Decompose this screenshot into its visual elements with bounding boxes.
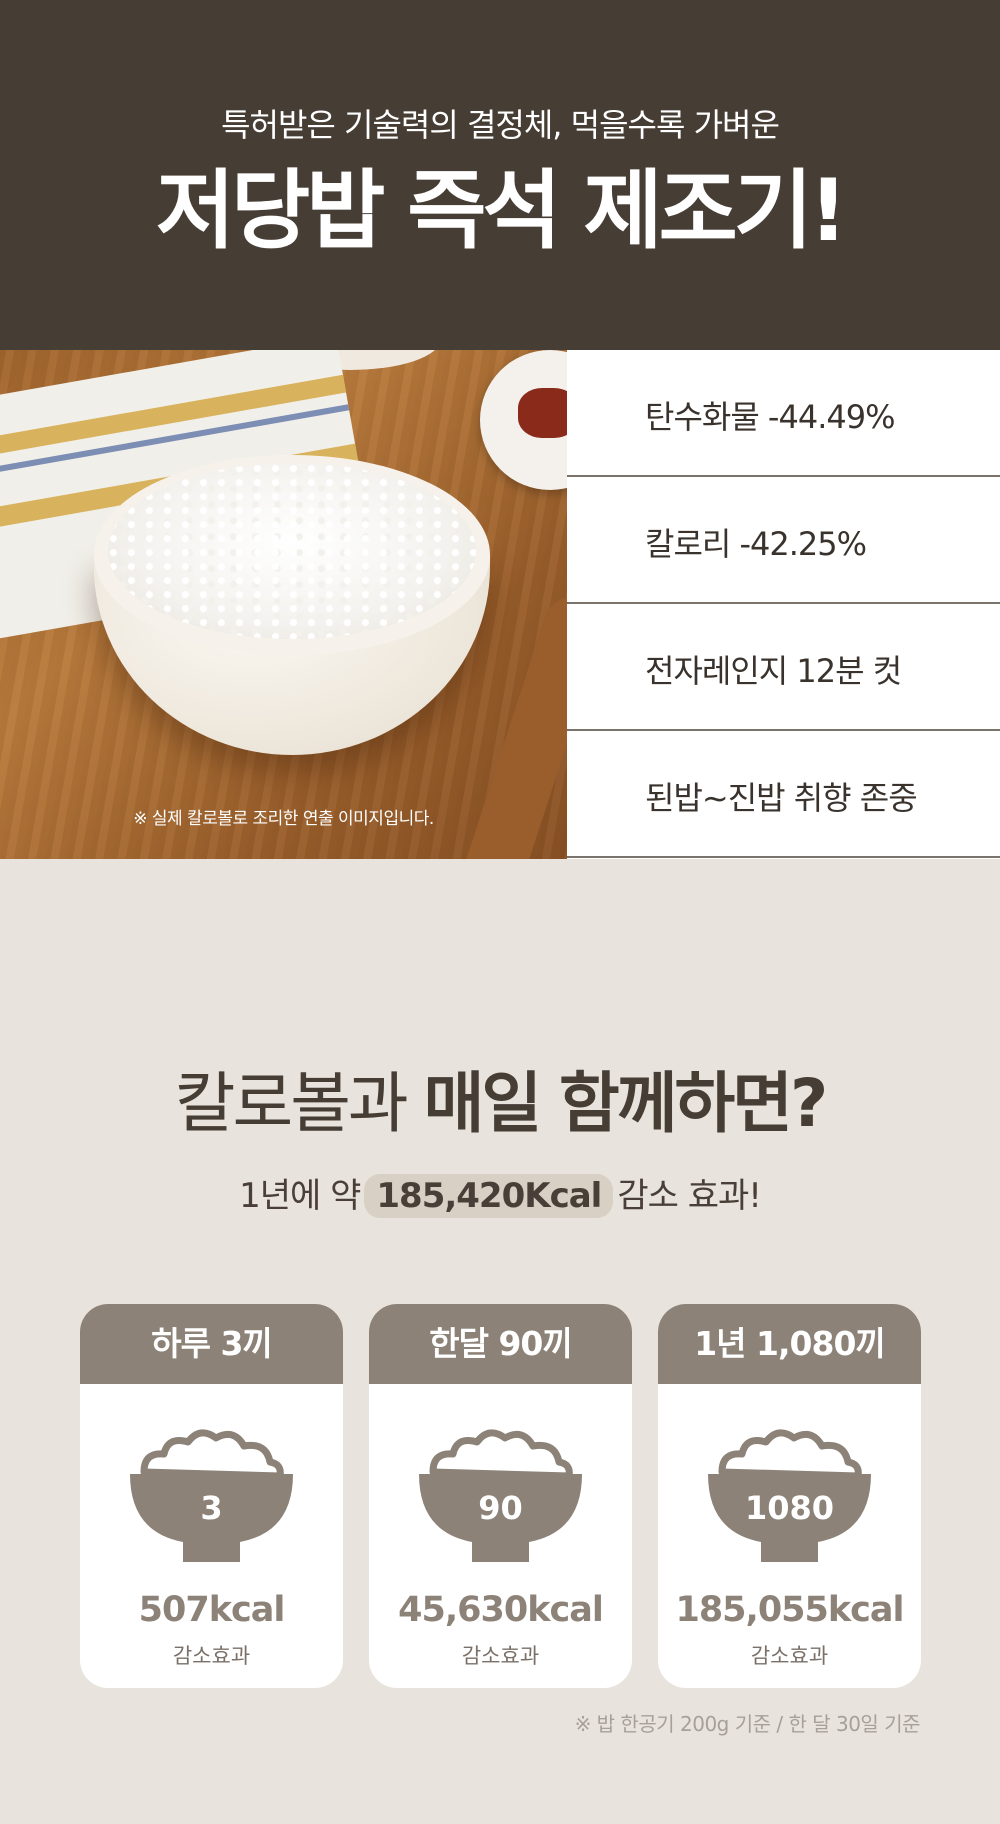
feature-label: 전자레인지 12분 컷: [645, 652, 902, 690]
feature-item-microwave: 전자레인지 12분 컷: [567, 604, 1000, 731]
hero-subtitle: 특허받은 기술력의 결정체, 먹을수록 가벼운: [221, 106, 780, 144]
meal-count: 3: [200, 1489, 223, 1527]
kcal-label: 감소효과: [750, 1644, 829, 1668]
rice-image: [108, 463, 476, 639]
effect-text: 1년에 약 185,420Kcal 감소 효과!: [0, 1168, 1000, 1218]
effect-prefix: 1년에 약: [239, 1176, 361, 1216]
card-header: 1년 1,080끼: [658, 1304, 921, 1384]
kcal-value: 507kcal: [138, 1590, 286, 1630]
kcal-label: 감소효과: [461, 1644, 540, 1668]
heading-light: 칼로볼과: [174, 1065, 424, 1142]
effect-suffix: 감소 효과!: [617, 1176, 762, 1216]
photo-caption: ※ 실제 칼로볼로 조리한 연출 이미지입니다.: [133, 809, 434, 829]
meal-count: 1080: [744, 1489, 835, 1527]
hero-banner: 특허받은 기술력의 결정체, 먹을수록 가벼운 저당밥 즉석 제조기!: [0, 0, 1000, 350]
kcal-value: 45,630kcal: [398, 1590, 604, 1630]
kcal-label: 감소효과: [172, 1644, 251, 1668]
bowl-image: [94, 455, 490, 755]
rice-bowl-photo: ※ 실제 칼로볼로 조리한 연출 이미지입니다.: [0, 350, 567, 859]
effect-highlight: 185,420Kcal: [364, 1174, 614, 1218]
section-heading: 칼로볼과 매일 함께하면?: [0, 1050, 1000, 1146]
meal-count: 90: [478, 1489, 523, 1527]
card-header: 한달 90끼: [369, 1304, 632, 1384]
card-month: 한달 90끼 90 45,630kcal 감소효과: [369, 1304, 632, 1688]
feature-label: 된밥~진밥 취향 존중: [645, 779, 918, 817]
card-header: 하루 3끼: [80, 1304, 343, 1384]
feature-item-texture: 된밥~진밥 취향 존중: [567, 731, 1000, 858]
kimchi-image: [518, 388, 567, 438]
kcal-value: 185,055kcal: [675, 1590, 904, 1630]
feature-item-calories: 칼로리 -42.25%: [567, 477, 1000, 604]
heading-bold: 매일 함께하면?: [423, 1065, 829, 1142]
card-day: 하루 3끼 3 507kcal 감소효과: [80, 1304, 343, 1688]
feature-list: 탄수화물 -44.49% 칼로리 -42.25% 전자레인지 12분 컷 된밥~…: [567, 350, 1000, 859]
feature-label: 탄수화물 -44.49%: [645, 398, 895, 436]
cloth-stripe: [0, 374, 347, 466]
card-year: 1년 1,080끼 1080 185,055kcal 감소효과: [658, 1304, 921, 1688]
footnote: ※ 밥 한공기 200g 기준 / 한 달 30일 기준: [574, 1712, 921, 1736]
feature-item-carbs: 탄수화물 -44.49%: [567, 350, 1000, 477]
hero-title: 저당밥 즉석 제조기!: [155, 161, 848, 261]
feature-label: 칼로리 -42.25%: [645, 525, 867, 563]
